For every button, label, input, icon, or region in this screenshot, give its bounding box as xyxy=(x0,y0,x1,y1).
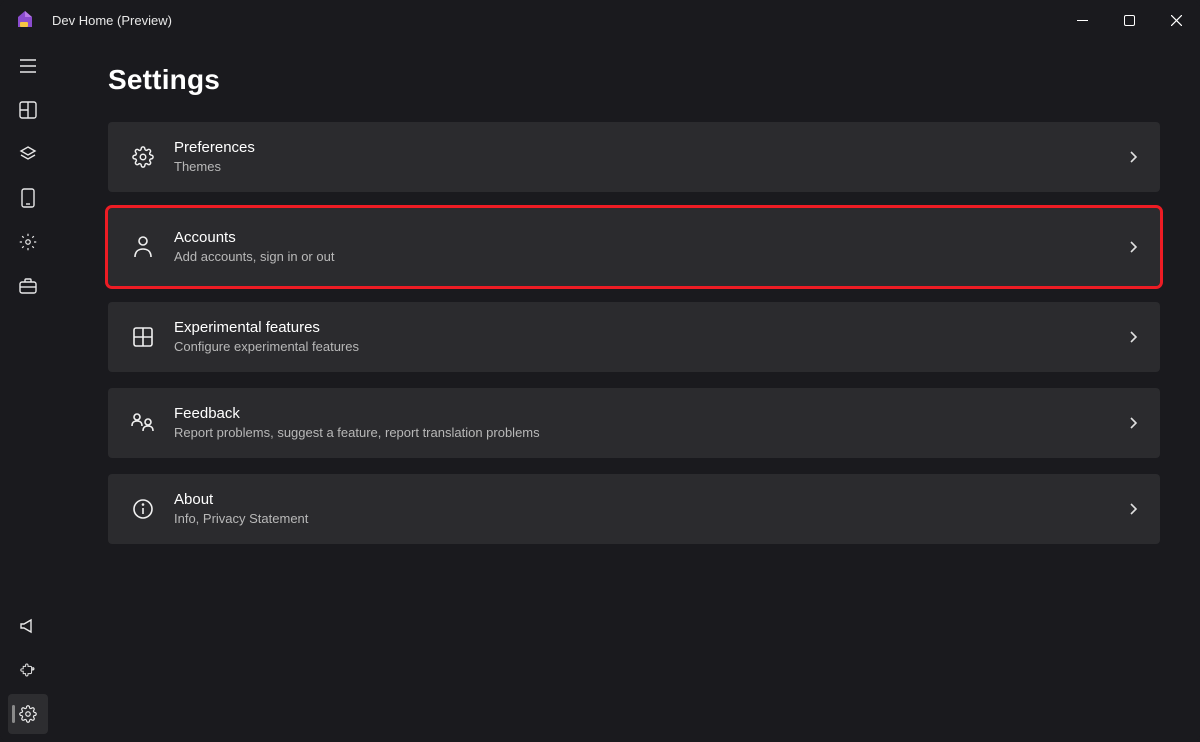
settings-card-about[interactable]: About Info, Privacy Statement xyxy=(108,474,1160,544)
settings-gear-icon[interactable] xyxy=(8,222,48,262)
card-subtitle: Info, Privacy Statement xyxy=(174,510,1126,528)
card-title: Feedback xyxy=(174,404,1126,424)
card-subtitle: Themes xyxy=(174,158,1126,176)
settings-card-experimental[interactable]: Experimental features Configure experime… xyxy=(108,302,1160,372)
card-title: About xyxy=(174,490,1126,510)
close-button[interactable] xyxy=(1153,0,1200,40)
extensions-icon[interactable] xyxy=(8,650,48,690)
chevron-right-icon xyxy=(1126,416,1140,430)
chevron-right-icon xyxy=(1126,150,1140,164)
card-subtitle: Configure experimental features xyxy=(174,338,1126,356)
grid-icon xyxy=(130,326,156,348)
person-icon xyxy=(130,235,156,259)
chevron-right-icon xyxy=(1126,330,1140,344)
megaphone-icon[interactable] xyxy=(8,606,48,646)
settings-card-feedback[interactable]: Feedback Report problems, suggest a feat… xyxy=(108,388,1160,458)
info-icon xyxy=(130,498,156,520)
maximize-button[interactable] xyxy=(1106,0,1153,40)
hamburger-menu-icon[interactable] xyxy=(8,46,48,86)
chevron-right-icon xyxy=(1126,502,1140,516)
app-title: Dev Home (Preview) xyxy=(52,13,172,28)
briefcase-icon[interactable] xyxy=(8,266,48,306)
settings-nav-icon[interactable] xyxy=(8,694,48,734)
active-indicator xyxy=(12,705,15,723)
page-title: Settings xyxy=(108,64,1160,96)
device-icon[interactable] xyxy=(8,178,48,218)
titlebar[interactable]: Dev Home (Preview) xyxy=(0,0,1200,40)
chevron-right-icon xyxy=(1126,240,1140,254)
feedback-icon xyxy=(130,412,156,434)
sidebar xyxy=(0,40,56,742)
settings-card-preferences[interactable]: Preferences Themes xyxy=(108,122,1160,192)
dashboard-icon[interactable] xyxy=(8,90,48,130)
minimize-button[interactable] xyxy=(1059,0,1106,40)
card-subtitle: Add accounts, sign in or out xyxy=(174,248,1126,266)
main-content: Settings Preferences Themes xyxy=(56,40,1200,742)
settings-card-accounts[interactable]: Accounts Add accounts, sign in or out xyxy=(108,208,1160,286)
card-subtitle: Report problems, suggest a feature, repo… xyxy=(174,424,1126,442)
card-title: Accounts xyxy=(174,228,1126,248)
gear-icon xyxy=(130,146,156,168)
card-title: Preferences xyxy=(174,138,1126,158)
card-title: Experimental features xyxy=(174,318,1126,338)
layers-icon[interactable] xyxy=(8,134,48,174)
app-icon xyxy=(14,9,36,31)
